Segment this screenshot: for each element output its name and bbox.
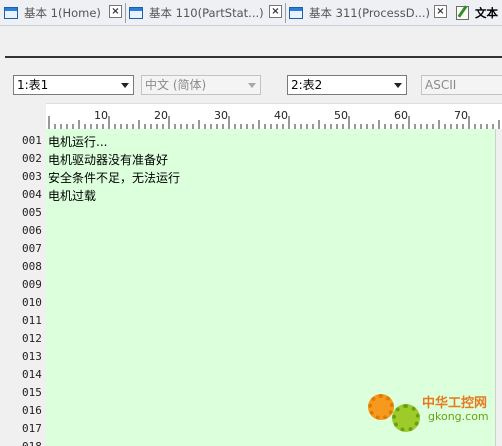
ruler-label: 30 [214, 109, 228, 122]
editor-line[interactable]: 电机驱动器没有准备好 [48, 151, 168, 168]
tab-bar: 基本 1(Home) × 基本 110(PartStat...) × 基本 31… [0, 0, 502, 26]
tab-label: 基本 311(ProcessD...) [309, 6, 431, 20]
line-number: 003 [22, 170, 42, 183]
line-number: 009 [22, 278, 42, 291]
line-number: 006 [22, 224, 42, 237]
table1-select-value: 1:表1 [17, 78, 49, 92]
line-number: 013 [22, 350, 42, 363]
tab-text[interactable]: 文本 [456, 2, 502, 24]
language-select[interactable]: 中文 (简体) [141, 75, 261, 95]
tab-processd[interactable]: 基本 311(ProcessD...) × [289, 2, 448, 24]
watermark-logo: 中华工控网 gkong.com [366, 380, 502, 446]
tab-label: 文本 [475, 6, 498, 20]
language-select-value: 中文 (简体) [145, 78, 207, 92]
watermark-url: gkong.com [428, 410, 489, 423]
encoding-select-value: ASCII [425, 78, 457, 92]
ruler-label: 50 [334, 109, 348, 122]
line-number: 016 [22, 404, 42, 417]
tab-label: 基本 110(PartStat...) [149, 6, 264, 20]
line-number: 002 [22, 152, 42, 165]
gear-icon [368, 394, 394, 420]
watermark-title: 中华工控网 [422, 396, 488, 411]
ruler-label: 20 [154, 109, 168, 122]
table2-select[interactable]: 2:表2 [287, 75, 407, 95]
chevron-down-icon [121, 83, 129, 88]
tab-divider [125, 3, 126, 23]
tab-divider [285, 3, 286, 23]
line-number: 018 [22, 440, 42, 446]
chevron-down-icon [248, 83, 256, 88]
tab-partstat[interactable]: 基本 110(PartStat...) × [129, 2, 283, 24]
line-number: 014 [22, 368, 42, 381]
gear-icon [392, 404, 420, 432]
line-number: 010 [22, 296, 42, 309]
line-number: 005 [22, 206, 42, 219]
line-number: 017 [22, 422, 42, 435]
tab-home[interactable]: 基本 1(Home) × [4, 2, 124, 24]
table2-select-value: 2:表2 [291, 78, 323, 92]
ruler-label: 10 [94, 109, 108, 122]
encoding-select[interactable]: ASCII [421, 75, 502, 95]
edit-icon [456, 6, 469, 20]
line-number: 012 [22, 332, 42, 345]
editor-line[interactable]: 电机运行... [48, 133, 107, 150]
line-number: 015 [22, 386, 42, 399]
line-number: 007 [22, 242, 42, 255]
line-number: 011 [22, 314, 42, 327]
ruler-label: 40 [274, 109, 288, 122]
tab-label: 基本 1(Home) [24, 6, 101, 20]
line-number: 004 [22, 188, 42, 201]
divider [5, 56, 502, 58]
ruler-scale: 10 20 30 40 50 60 70 [48, 109, 500, 129]
close-icon[interactable]: × [109, 5, 122, 18]
close-icon[interactable]: × [434, 5, 447, 18]
chevron-down-icon [394, 83, 402, 88]
table1-select[interactable]: 1:表1 [13, 75, 134, 95]
line-number-gutter: 001 002 003 004 005 006 007 008 009 010 011 012 013 0… [0, 129, 46, 446]
ruler: 10 20 30 40 50 60 70 [46, 103, 502, 129]
ruler-label: 70 [454, 109, 468, 122]
editor-line[interactable]: 安全条件不足，无法运行 [48, 169, 180, 186]
close-icon[interactable]: × [269, 5, 282, 18]
screen-icon [4, 7, 18, 19]
editor-line[interactable]: 电机过载 [48, 187, 96, 204]
ruler-label: 60 [394, 109, 408, 122]
line-number: 008 [22, 260, 42, 273]
screen-icon [129, 7, 143, 19]
screen-icon [289, 7, 303, 19]
line-number: 001 [22, 134, 42, 147]
